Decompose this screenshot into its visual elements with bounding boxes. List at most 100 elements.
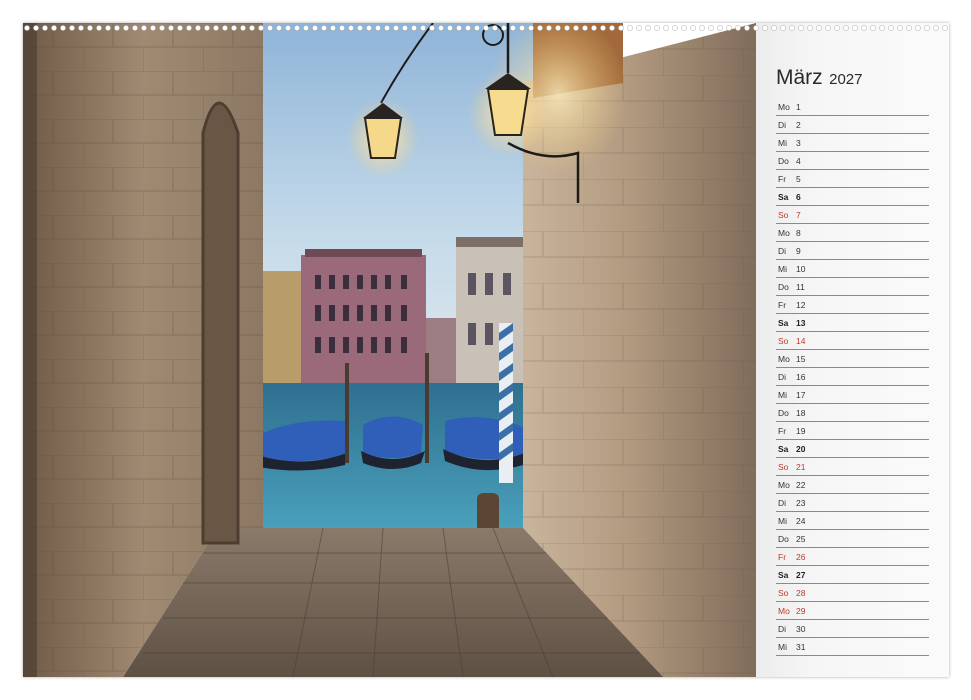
day-number: 17 bbox=[796, 390, 806, 400]
day-number: 22 bbox=[796, 480, 806, 490]
day-row: So 7 bbox=[776, 206, 929, 224]
day-number: 7 bbox=[796, 210, 801, 220]
day-row: So 28 bbox=[776, 584, 929, 602]
day-row: So 21 bbox=[776, 458, 929, 476]
weekday-label: Mi bbox=[778, 264, 787, 274]
day-row: Do 18 bbox=[776, 404, 929, 422]
day-row: Do 11 bbox=[776, 278, 929, 296]
day-number: 10 bbox=[796, 264, 806, 274]
day-number: 18 bbox=[796, 408, 806, 418]
day-row: Mi 31 bbox=[776, 638, 929, 656]
day-number: 4 bbox=[796, 156, 801, 166]
day-number: 23 bbox=[796, 498, 806, 508]
day-row: Sa 27 bbox=[776, 566, 929, 584]
day-row: Do 4 bbox=[776, 152, 929, 170]
arch-doorway bbox=[201, 101, 240, 545]
day-number: 31 bbox=[796, 642, 806, 652]
weekday-label: So bbox=[778, 588, 789, 598]
day-number: 15 bbox=[796, 354, 806, 364]
weekday-label: Mi bbox=[778, 516, 787, 526]
weekday-label: Sa bbox=[778, 444, 789, 454]
weekday-label: Sa bbox=[778, 318, 789, 328]
day-number: 13 bbox=[796, 318, 806, 328]
weekday-label: Do bbox=[778, 534, 789, 544]
day-row: Fr 12 bbox=[776, 296, 929, 314]
weekday-label: Mo bbox=[778, 354, 790, 364]
weekday-label: Di bbox=[778, 120, 787, 130]
day-row: Mo 22 bbox=[776, 476, 929, 494]
weekday-label: Mo bbox=[778, 606, 790, 616]
month-year: 2027 bbox=[829, 71, 863, 88]
day-number: 30 bbox=[796, 624, 806, 634]
spiral-binding bbox=[23, 23, 949, 33]
weekday-label: Fr bbox=[778, 552, 787, 562]
day-row: Fr 5 bbox=[776, 170, 929, 188]
day-row: Mo 29 bbox=[776, 602, 929, 620]
month-name: März bbox=[776, 66, 823, 89]
day-row: Mo 1 bbox=[776, 98, 929, 116]
day-row: Mo 15 bbox=[776, 350, 929, 368]
day-number: 6 bbox=[796, 192, 801, 202]
weekday-label: Do bbox=[778, 156, 789, 166]
calendar-page: März 2027 Mo 1 Di 2 Mi 3 Do 4 Fr 5 Sa 6 So 7 Mo 8 Di 9 Mi 1… bbox=[23, 23, 949, 677]
gondola-icon bbox=[257, 416, 525, 471]
weekday-label: So bbox=[778, 336, 789, 346]
day-number: 16 bbox=[796, 372, 806, 382]
weekday-label: Di bbox=[778, 498, 787, 508]
weekday-label: Fr bbox=[778, 174, 787, 184]
weekday-label: Sa bbox=[778, 192, 789, 202]
venice-photo bbox=[23, 23, 756, 677]
calendar-sidebar: März 2027 Mo 1 Di 2 Mi 3 Do 4 Fr 5 Sa 6 So 7 Mo 8 Di 9 Mi 1… bbox=[756, 23, 949, 677]
day-number: 14 bbox=[796, 336, 806, 346]
weekday-label: Fr bbox=[778, 300, 787, 310]
day-list: Mo 1 Di 2 Mi 3 Do 4 Fr 5 Sa 6 So 7 Mo 8 Di 9 Mi 10 Do 11 Fr 12 S… bbox=[776, 98, 929, 656]
day-row: Di 2 bbox=[776, 116, 929, 134]
day-number: 29 bbox=[796, 606, 806, 616]
day-row: Fr 19 bbox=[776, 422, 929, 440]
weekday-label: Fr bbox=[778, 426, 787, 436]
weekday-label: Mo bbox=[778, 480, 790, 490]
weekday-label: Sa bbox=[778, 570, 789, 580]
weekday-label: Di bbox=[778, 246, 787, 256]
weekday-label: Mo bbox=[778, 228, 790, 238]
day-number: 28 bbox=[796, 588, 806, 598]
day-row: Do 25 bbox=[776, 530, 929, 548]
day-number: 11 bbox=[796, 282, 805, 292]
day-row: Mi 10 bbox=[776, 260, 929, 278]
weekday-label: So bbox=[778, 462, 789, 472]
day-row: Sa 6 bbox=[776, 188, 929, 206]
day-number: 2 bbox=[796, 120, 801, 130]
weekday-label: Di bbox=[778, 624, 787, 634]
day-row: Mo 8 bbox=[776, 224, 929, 242]
day-number: 5 bbox=[796, 174, 801, 184]
day-row: Di 16 bbox=[776, 368, 929, 386]
month-header: März 2027 bbox=[776, 66, 863, 90]
weekday-label: Mi bbox=[778, 390, 787, 400]
palazzo-icon bbox=[301, 249, 426, 385]
day-row: Di 23 bbox=[776, 494, 929, 512]
day-row: Di 9 bbox=[776, 242, 929, 260]
weekday-label: So bbox=[778, 210, 789, 220]
day-row: Sa 20 bbox=[776, 440, 929, 458]
day-row: Mi 24 bbox=[776, 512, 929, 530]
day-number: 24 bbox=[796, 516, 806, 526]
day-number: 1 bbox=[796, 102, 801, 112]
day-number: 9 bbox=[796, 246, 801, 256]
day-row: Di 30 bbox=[776, 620, 929, 638]
weekday-label: Mi bbox=[778, 642, 787, 652]
day-row: So 14 bbox=[776, 332, 929, 350]
weekday-label: Mi bbox=[778, 138, 787, 148]
day-row: Mi 17 bbox=[776, 386, 929, 404]
weekday-label: Do bbox=[778, 282, 789, 292]
day-number: 27 bbox=[796, 570, 806, 580]
day-number: 3 bbox=[796, 138, 801, 148]
day-number: 21 bbox=[796, 462, 806, 472]
day-number: 8 bbox=[796, 228, 801, 238]
day-number: 19 bbox=[796, 426, 806, 436]
day-row: Fr 26 bbox=[776, 548, 929, 566]
day-number: 25 bbox=[796, 534, 806, 544]
day-row: Mi 3 bbox=[776, 134, 929, 152]
day-number: 20 bbox=[796, 444, 806, 454]
day-number: 12 bbox=[796, 300, 806, 310]
weekday-label: Di bbox=[778, 372, 787, 382]
